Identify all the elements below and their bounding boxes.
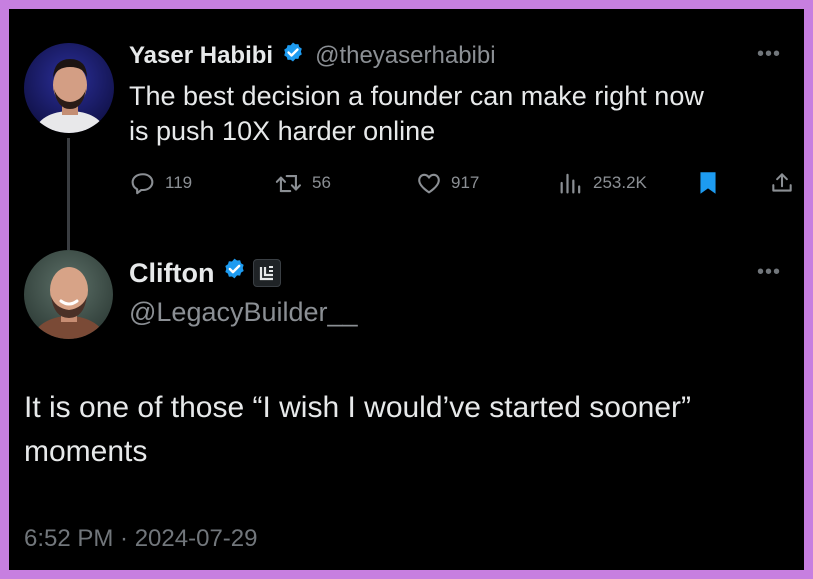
retweet-count: 56 [312,173,331,192]
reply-timestamp[interactable]: 6:52 PM · 2024-07-29 [24,525,257,553]
share-button[interactable] [769,169,795,197]
retweet-button[interactable]: 56 [274,169,331,197]
more-options-icon[interactable]: ••• [757,44,781,64]
bookmark-button[interactable] [695,169,721,197]
share-icon [772,173,792,192]
verified-badge-icon [281,41,305,72]
tweet-screenshot-frame: Yaser Habibi @theyaserhabibi ••• The bes… [9,9,804,570]
reply-button[interactable]: 119 [129,169,192,197]
reply-tweet-text-line-2: moments [24,435,148,468]
avatar-clifton[interactable] [24,250,113,339]
avatar-yaser[interactable] [24,43,114,133]
views-button[interactable]: 253.2K [557,169,647,197]
author-handle[interactable]: @theyaserhabibi [315,42,495,70]
verified-badge-icon [222,257,247,289]
reply-author-handle[interactable]: @LegacyBuilder__ [129,297,358,328]
reply-tweet-text-line-1: It is one of those “I wish I would’ve st… [24,391,691,424]
bookmark-icon [700,172,716,194]
retweet-icon [275,175,301,193]
like-icon [418,173,440,194]
reply-author-name[interactable]: Clifton [129,258,214,289]
reply-count: 119 [165,173,193,192]
tweet-action-bar: 119 56 917 253.2K [129,169,792,199]
views-count: 253.2K [593,173,647,192]
more-options-icon[interactable]: ••• [757,262,781,282]
thread-connector-line [67,138,70,250]
reply-tweet-header: Clifton [129,256,282,290]
original-tweet-header: Yaser Habibi @theyaserhabibi [129,39,496,73]
original-tweet-text-line-2: is push 10X harder online [129,116,436,146]
like-button[interactable]: 917 [415,169,479,197]
reply-icon [131,173,154,195]
affiliate-badge-icon[interactable] [253,259,282,287]
author-name[interactable]: Yaser Habibi [129,42,273,70]
views-icon [560,173,581,194]
like-count: 917 [451,173,480,192]
original-tweet-text-line-1: The best decision a founder can make rig… [129,81,704,111]
